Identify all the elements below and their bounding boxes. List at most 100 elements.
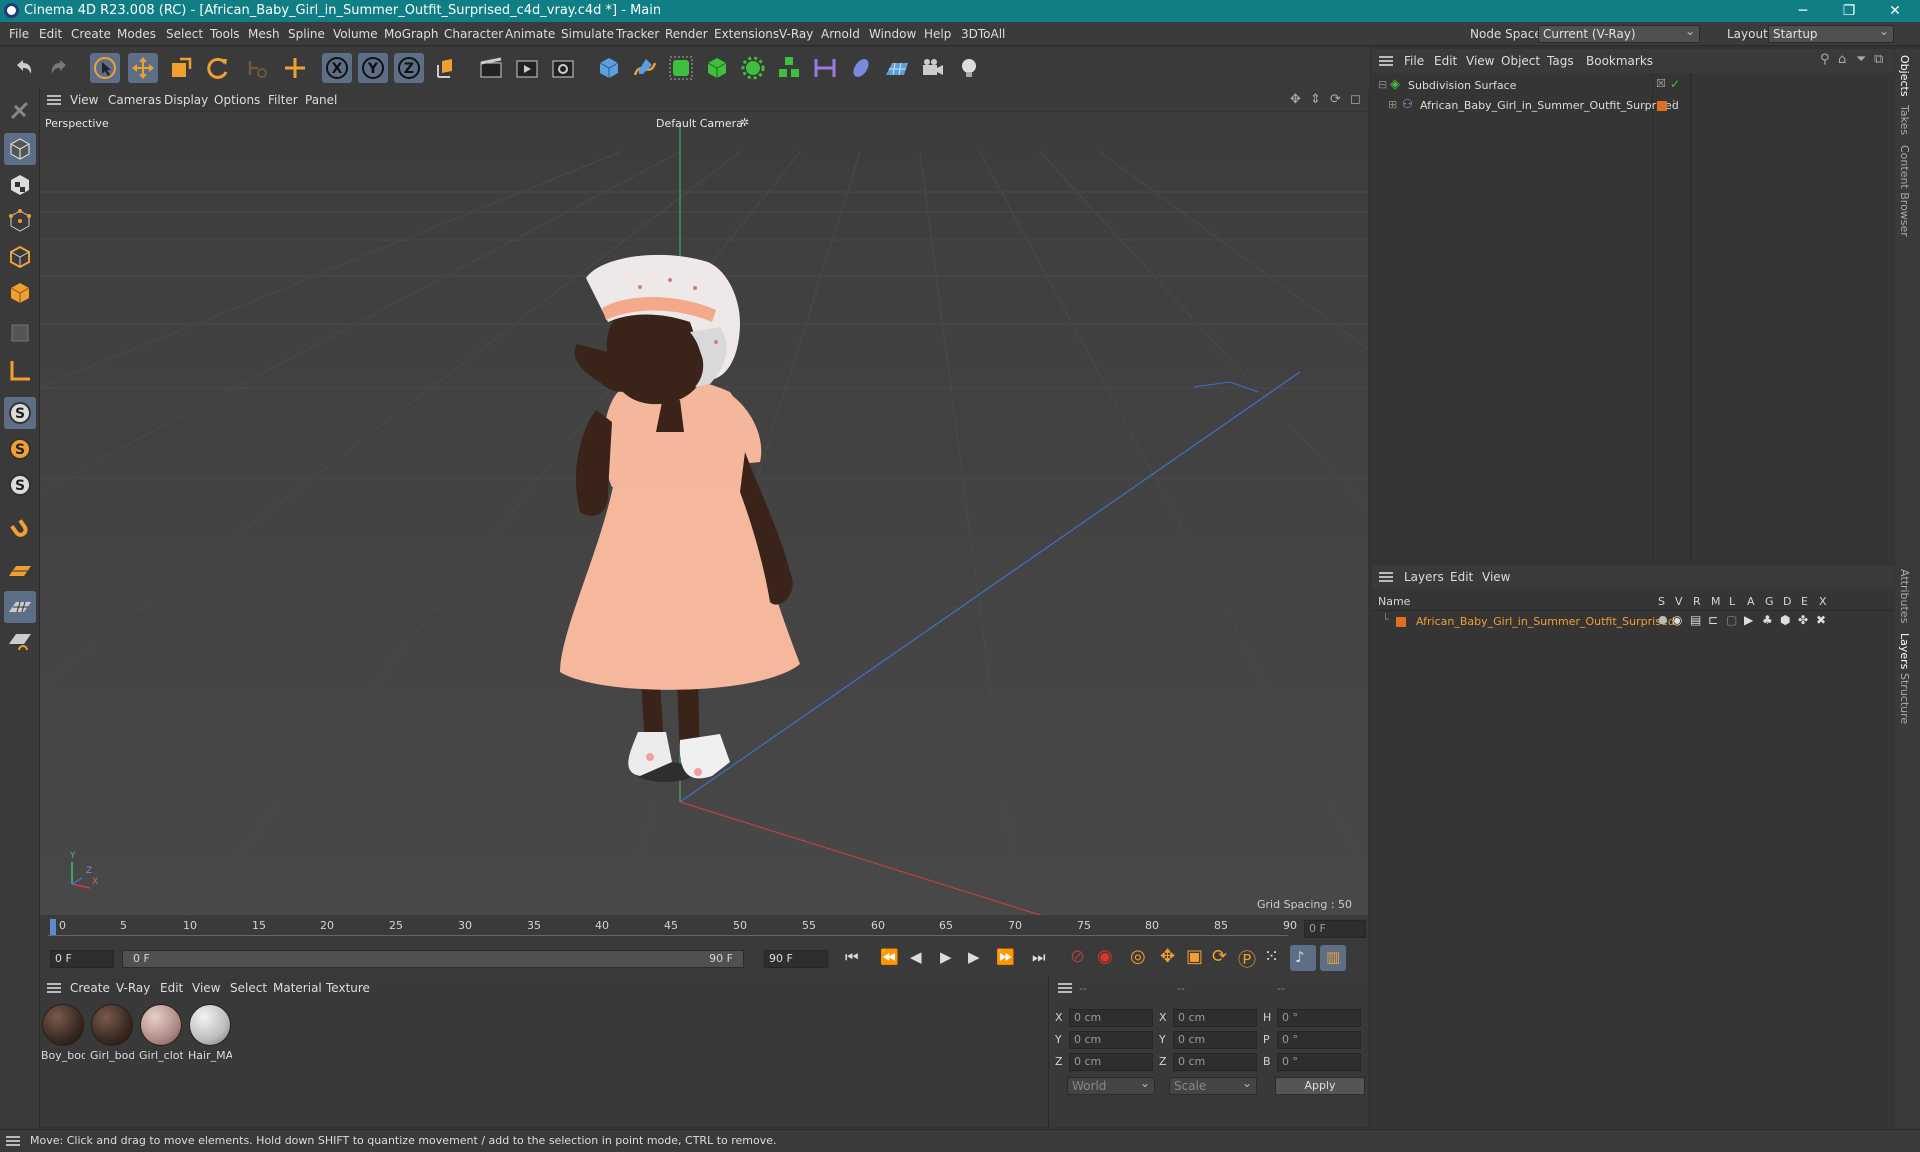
menu-help[interactable]: Help <box>924 27 951 41</box>
spline-pen-button[interactable] <box>630 53 660 83</box>
render-picture-viewer-button[interactable] <box>512 53 542 83</box>
viewport-menu-display[interactable]: Display <box>164 93 208 107</box>
render-view-button[interactable] <box>476 53 506 83</box>
model-mode-button[interactable] <box>4 133 36 165</box>
z-axis-lock-button[interactable]: Z <box>394 53 424 83</box>
node-space-dropdown[interactable]: Current (V-Ray) <box>1538 23 1700 43</box>
workplane-button[interactable] <box>4 555 36 587</box>
material-menu-edit[interactable]: Edit <box>160 981 183 995</box>
menu-edit[interactable]: Edit <box>39 27 62 41</box>
layer-manager-icon[interactable]: ⊏ <box>1708 613 1718 627</box>
close-button[interactable]: ✕ <box>1872 0 1918 22</box>
size-z-field[interactable]: 0 cm <box>1173 1053 1257 1071</box>
next-frame-icon[interactable]: ▶ <box>968 948 980 966</box>
texture-mode-button[interactable] <box>4 169 36 201</box>
object-menu-object[interactable]: Object <box>1501 54 1540 68</box>
layers-menu-icon[interactable] <box>1379 572 1393 582</box>
material-menu-vray[interactable]: V-Ray <box>116 981 150 995</box>
start-frame-field[interactable]: 0 F <box>50 950 114 968</box>
coordinate-mode-dropdown[interactable]: World <box>1067 1075 1155 1095</box>
menu-render[interactable]: Render <box>665 27 708 41</box>
key-rotation-icon[interactable]: ⟳ <box>1212 946 1227 967</box>
enabled-check-icon[interactable]: ✓ <box>1670 77 1680 91</box>
tab-layers[interactable]: Layers <box>1898 633 1911 669</box>
snap-toggle-button[interactable]: S <box>4 397 36 429</box>
menu-arnold[interactable]: Arnold <box>821 27 860 41</box>
menu-mesh[interactable]: Mesh <box>248 27 280 41</box>
layer-deformers-icon[interactable]: ⬢ <box>1780 613 1790 627</box>
y-axis-lock-button[interactable]: Y <box>358 53 388 83</box>
current-frame-field[interactable]: 0 F <box>1304 920 1366 938</box>
minimize-button[interactable]: ─ <box>1780 0 1826 22</box>
material-menu-create[interactable]: Create <box>70 981 110 995</box>
layer-animation-icon[interactable]: ▶ <box>1744 613 1753 627</box>
rotation-b-field[interactable]: 0 ° <box>1277 1053 1361 1071</box>
key-pla-icon[interactable]: ⁙ <box>1264 946 1279 967</box>
layers-menu-layers[interactable]: Layers <box>1404 570 1444 584</box>
deformer-button[interactable] <box>810 53 840 83</box>
menu-character[interactable]: Character <box>444 27 503 41</box>
polygons-mode-button[interactable] <box>4 277 36 309</box>
object-row[interactable]: ⊞ ⚇ African_Baby_Girl_in_Summer_Outfit_S… <box>1372 97 1894 115</box>
redo-button[interactable] <box>44 53 74 83</box>
points-mode-button[interactable] <box>4 205 36 237</box>
object-menu-view[interactable]: View <box>1466 54 1494 68</box>
viewport-menu-options[interactable]: Options <box>214 93 260 107</box>
material-menu-icon[interactable] <box>47 983 61 993</box>
tab-structure[interactable]: Structure <box>1898 673 1911 724</box>
viewport-rotate-icon[interactable]: ⟳ <box>1330 92 1341 107</box>
new-window-icon[interactable]: ⧉ <box>1874 52 1883 67</box>
light-button[interactable] <box>954 53 984 83</box>
edges-mode-button[interactable] <box>4 241 36 273</box>
transform-button[interactable] <box>280 53 310 83</box>
viewport-dolly-icon[interactable]: ⇕ <box>1310 92 1321 107</box>
menu-tracker[interactable]: Tracker <box>616 27 659 41</box>
keyframe-selection-icon[interactable]: ◎ <box>1130 946 1146 967</box>
collapse-icon[interactable]: ⊟ <box>1378 78 1387 91</box>
key-parameter-icon[interactable]: Ⓟ <box>1238 946 1256 972</box>
layer-color-swatch[interactable] <box>1396 617 1406 627</box>
menu-spline[interactable]: Spline <box>288 27 325 41</box>
menu-3dtoall[interactable]: 3DToAll <box>961 27 1005 41</box>
layer-generators-icon[interactable]: ♣ <box>1762 613 1773 627</box>
menu-file[interactable]: File <box>9 27 29 41</box>
rotation-p-field[interactable]: 0 ° <box>1277 1031 1361 1049</box>
size-x-field[interactable]: 0 cm <box>1173 1009 1257 1027</box>
object-menu-bookmarks[interactable]: Bookmarks <box>1586 54 1653 68</box>
menu-modes[interactable]: Modes <box>117 27 156 41</box>
layout-dropdown[interactable]: Startup <box>1768 23 1894 43</box>
menu-animate[interactable]: Animate <box>505 27 555 41</box>
render-settings-button[interactable] <box>548 53 578 83</box>
material-menu-texture[interactable]: Texture <box>326 981 370 995</box>
viewport-solo-button[interactable] <box>4 95 36 127</box>
material-swatch[interactable]: Girl_cloti <box>139 1004 183 1062</box>
timeline-ruler[interactable]: 0 5 10 15 20 25 30 35 40 45 50 55 60 65 … <box>48 915 1300 939</box>
quantize-button[interactable]: S <box>4 469 36 501</box>
material-menu-select[interactable]: Select <box>230 981 267 995</box>
material-menu-material[interactable]: Material <box>273 981 322 995</box>
move-tool-button[interactable] <box>128 53 158 83</box>
coordinates-menu-icon[interactable] <box>1058 983 1072 993</box>
camera-link-icon[interactable]: ✲ <box>740 116 749 129</box>
frame-range-slider[interactable]: 0 F 90 F <box>122 950 744 968</box>
menu-tools[interactable]: Tools <box>210 27 240 41</box>
edit-toggle-icon[interactable]: ☒ <box>1656 77 1666 90</box>
menu-volume[interactable]: Volume <box>333 27 378 41</box>
goto-end-icon[interactable]: ⏭ <box>1032 948 1046 966</box>
record-disabled-icon[interactable]: ⊘ <box>1070 946 1085 967</box>
locked-workplane-button[interactable] <box>4 627 36 659</box>
3d-viewport[interactable]: Perspective Default Camera ✲ Grid Spacin… <box>40 112 1368 915</box>
position-z-field[interactable]: 0 cm <box>1069 1053 1153 1071</box>
subdivision-surface-button[interactable] <box>666 53 696 83</box>
x-axis-lock-button[interactable]: X <box>322 53 352 83</box>
rotation-h-field[interactable]: 0 ° <box>1277 1009 1361 1027</box>
floor-button[interactable] <box>882 53 912 83</box>
goto-start-icon[interactable]: ⏮ <box>845 948 859 966</box>
material-swatch[interactable]: Hair_MA <box>188 1004 232 1062</box>
cube-primitive-button[interactable] <box>594 53 624 83</box>
object-menu-tags[interactable]: Tags <box>1547 54 1574 68</box>
layers-menu-edit[interactable]: Edit <box>1450 570 1473 584</box>
size-mode-dropdown[interactable]: Scale <box>1169 1075 1257 1095</box>
viewport-menu-icon[interactable] <box>47 95 61 105</box>
filter-icon[interactable]: ⏷ <box>1856 52 1866 67</box>
